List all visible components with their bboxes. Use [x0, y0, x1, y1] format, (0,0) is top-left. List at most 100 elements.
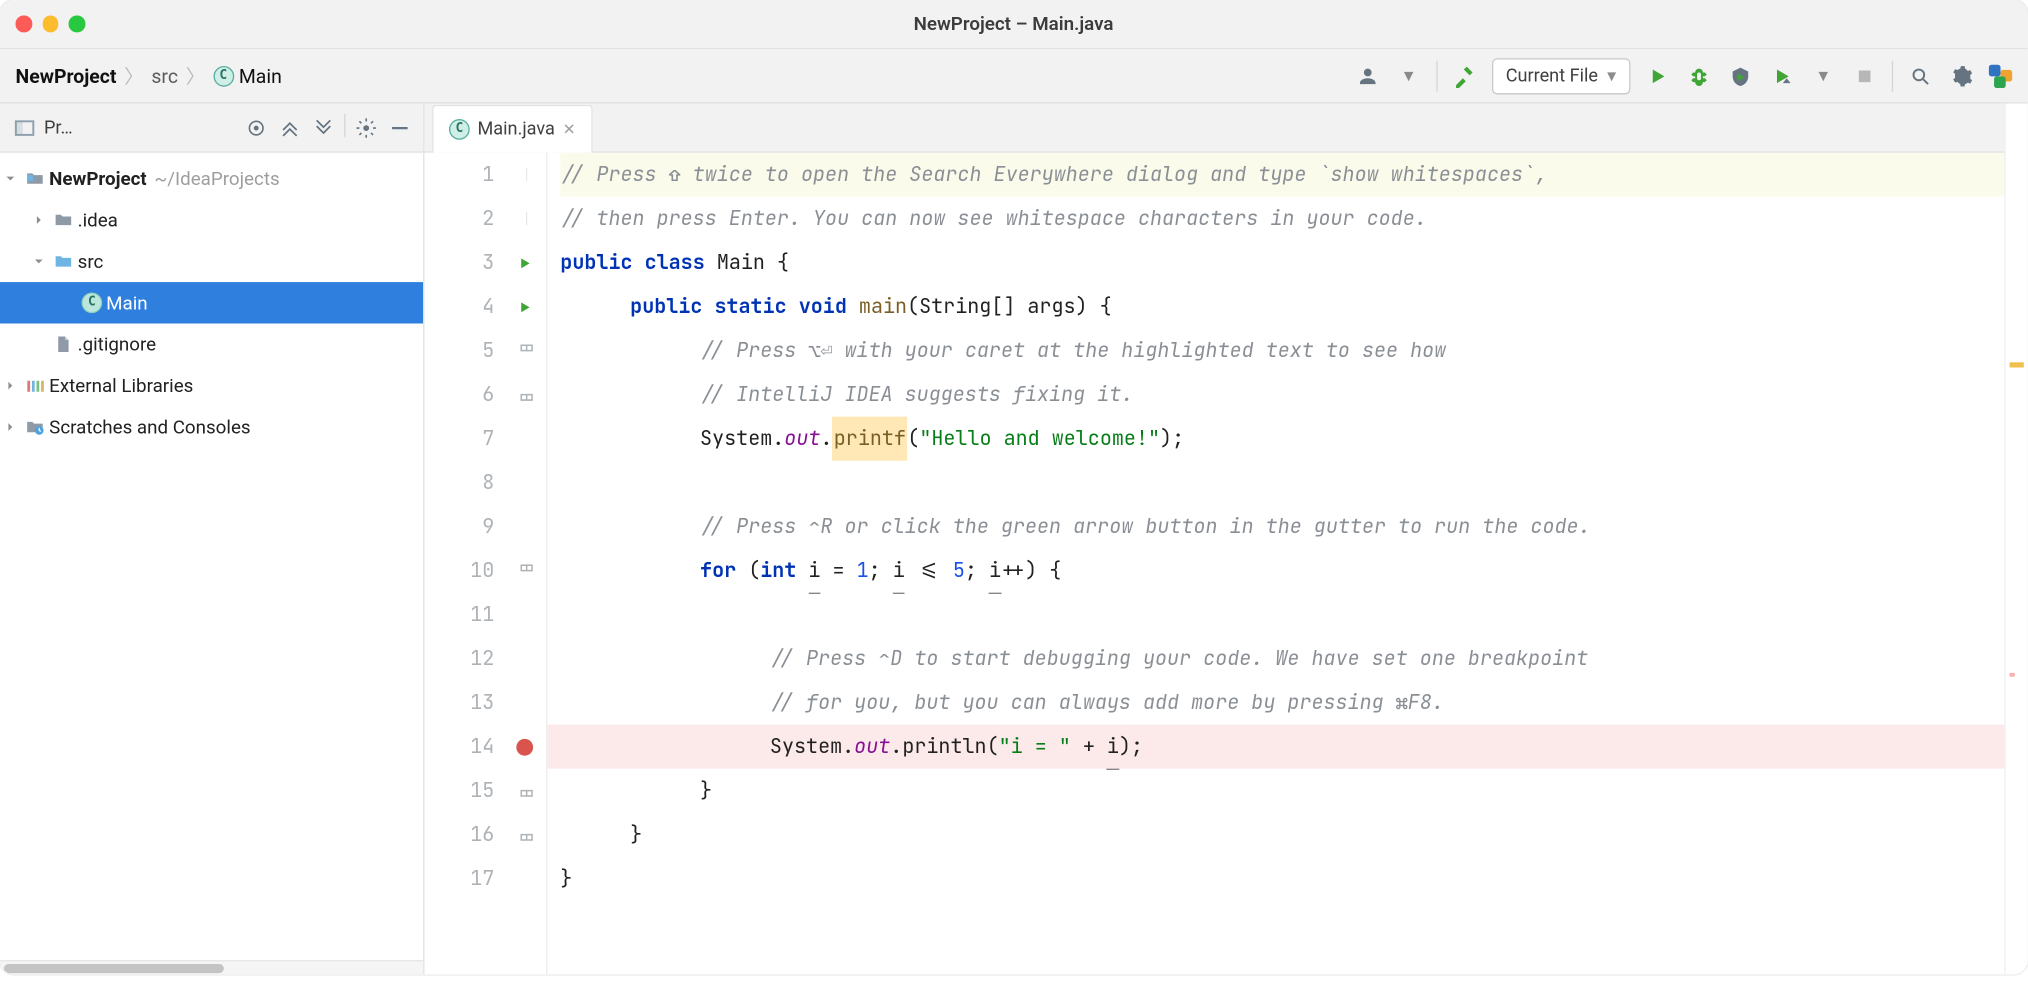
gutter-row[interactable]: 15	[424, 769, 546, 813]
editor-gutter[interactable]: 1234567891011121314151617	[424, 153, 547, 975]
hide-toolwindow-icon[interactable]	[387, 113, 413, 141]
close-tab-icon[interactable]: ✕	[563, 120, 576, 138]
gutter-row[interactable]: 7	[424, 417, 546, 461]
line-number: 14	[470, 725, 494, 769]
gutter-row[interactable]: 12	[424, 637, 546, 681]
editor-content[interactable]: 1 // Press ⇧ twice to open the Search Ev…	[547, 153, 2027, 975]
breakpoint-mark[interactable]	[516, 738, 533, 755]
file-icon	[49, 334, 77, 355]
gutter-row[interactable]: 9	[424, 505, 546, 549]
settings-gear-icon[interactable]	[1947, 61, 1975, 89]
library-icon	[21, 375, 49, 397]
gutter-row[interactable]: 4	[424, 285, 546, 329]
gutter-row[interactable]: 3	[424, 241, 546, 285]
gutter-row[interactable]: 8	[424, 461, 546, 505]
editor-tab-label: Main.java	[477, 119, 554, 140]
project-toolwindow-header: Pr…	[0, 104, 423, 153]
chevron-right-icon: 〉	[124, 62, 143, 89]
close-window-icon[interactable]	[16, 16, 32, 32]
tree-root-project[interactable]: NewProject ~/IdeaProjects	[0, 158, 423, 199]
gutter-row[interactable]: 11	[424, 593, 546, 637]
expand-all-icon[interactable]	[277, 113, 303, 141]
line-number: 17	[470, 857, 494, 901]
line-number: 3	[482, 241, 494, 285]
project-toolwindow-title[interactable]: Pr…	[44, 117, 73, 138]
stop-button[interactable]	[1850, 61, 1878, 89]
code-with-me-icon[interactable]	[1353, 61, 1381, 89]
tree-folder-src[interactable]: src	[0, 241, 423, 282]
breadcrumb-file[interactable]: Main	[239, 64, 282, 87]
module-folder-icon	[21, 168, 49, 189]
fold-end-icon[interactable]	[520, 388, 533, 401]
dropdown-caret-icon[interactable]: ▾	[1809, 61, 1837, 89]
gutter-row[interactable]: 6	[424, 373, 546, 417]
debug-button[interactable]	[1685, 61, 1713, 89]
gutter-row[interactable]: 1	[424, 153, 546, 197]
gutter-row[interactable]: 10	[424, 549, 546, 593]
editor: C Main.java ✕ 1234567891011121314151617 …	[424, 104, 2027, 975]
line-number: 6	[482, 373, 494, 417]
tree-path: ~/IdeaProjects	[155, 168, 280, 190]
run-button[interactable]	[1643, 61, 1671, 89]
java-class-icon: C	[213, 65, 234, 86]
breadcrumb[interactable]: NewProject 〉 src 〉 C Main	[16, 62, 282, 89]
gutter-row[interactable]: 5	[424, 329, 546, 373]
gutter-row[interactable]: 16	[424, 813, 546, 857]
separator	[1892, 60, 1893, 91]
caret-down-icon[interactable]	[0, 171, 21, 187]
run-line-icon[interactable]	[516, 298, 533, 315]
tree-label: .idea	[78, 209, 118, 231]
line-number: 1	[482, 153, 494, 197]
tree-external-libraries[interactable]: External Libraries	[0, 365, 423, 406]
fold-end-icon[interactable]	[520, 784, 533, 797]
scrollbar-thumb[interactable]	[4, 963, 224, 972]
gutter-row[interactable]: 2	[424, 197, 546, 241]
zoom-window-icon[interactable]	[69, 16, 85, 32]
editor-tab-main[interactable]: C Main.java ✕	[432, 105, 592, 153]
caret-right-icon[interactable]	[0, 378, 21, 394]
run-config-selector[interactable]: Current File ▾	[1491, 58, 1630, 94]
line-number: 7	[482, 417, 494, 461]
inspections-stripe[interactable]	[2004, 153, 2027, 975]
collapse-all-icon[interactable]	[311, 113, 337, 141]
search-everywhere-icon[interactable]	[1906, 61, 1934, 89]
tree-file-gitignore[interactable]: .gitignore	[0, 324, 423, 365]
breadcrumb-root[interactable]: NewProject	[16, 64, 117, 87]
caret-down-icon[interactable]	[28, 254, 49, 270]
fold-start-icon[interactable]	[520, 344, 533, 357]
breakpoint-icon[interactable]	[516, 738, 533, 755]
line-number: 13	[470, 681, 494, 725]
fold-guide-icon[interactable]	[520, 168, 533, 181]
breakpoint-stripe-icon[interactable]	[2010, 673, 2015, 677]
view-settings-gear-icon[interactable]	[353, 113, 379, 141]
breadcrumb-folder[interactable]: src	[151, 64, 178, 87]
run-config-label: Current File	[1506, 65, 1598, 86]
tree-folder-idea[interactable]: .idea	[0, 199, 423, 240]
select-opened-file-icon[interactable]	[243, 113, 269, 141]
run-line-icon[interactable]	[516, 254, 533, 271]
tree-file-main[interactable]: C Main	[0, 282, 423, 323]
build-hammer-icon[interactable]	[1450, 61, 1478, 89]
project-tree[interactable]: NewProject ~/IdeaProjects .idea	[0, 153, 423, 960]
run-with-coverage-button[interactable]	[1726, 61, 1754, 89]
gutter-row[interactable]: 17	[424, 857, 546, 901]
minimize-window-icon[interactable]	[42, 16, 58, 32]
ide-logo-icon[interactable]	[1989, 64, 2012, 87]
fold-end-icon[interactable]	[520, 828, 533, 841]
fold-start-icon[interactable]	[520, 564, 533, 577]
more-run-options-button[interactable]	[1768, 61, 1796, 89]
fold-guide-icon[interactable]	[520, 212, 533, 225]
gutter-row[interactable]: 14	[424, 725, 546, 769]
sidebar-horizontal-scrollbar[interactable]	[0, 960, 423, 974]
dropdown-caret-icon[interactable]: ▾	[1394, 61, 1422, 89]
caret-right-icon[interactable]	[0, 419, 21, 435]
line-number: 11	[470, 593, 494, 637]
code-text: // Press ⇧ twice to open the Search Ever…	[560, 153, 1547, 197]
gutter-row[interactable]: 13	[424, 681, 546, 725]
caret-right-icon[interactable]	[28, 212, 49, 228]
project-view-icon[interactable]	[10, 113, 38, 141]
code-area[interactable]: 1234567891011121314151617 1 // Press ⇧ t…	[424, 153, 2027, 975]
line-number: 2	[482, 197, 494, 241]
warning-stripe-icon[interactable]	[2010, 362, 2024, 367]
tree-scratches[interactable]: Scratches and Consoles	[0, 406, 423, 447]
